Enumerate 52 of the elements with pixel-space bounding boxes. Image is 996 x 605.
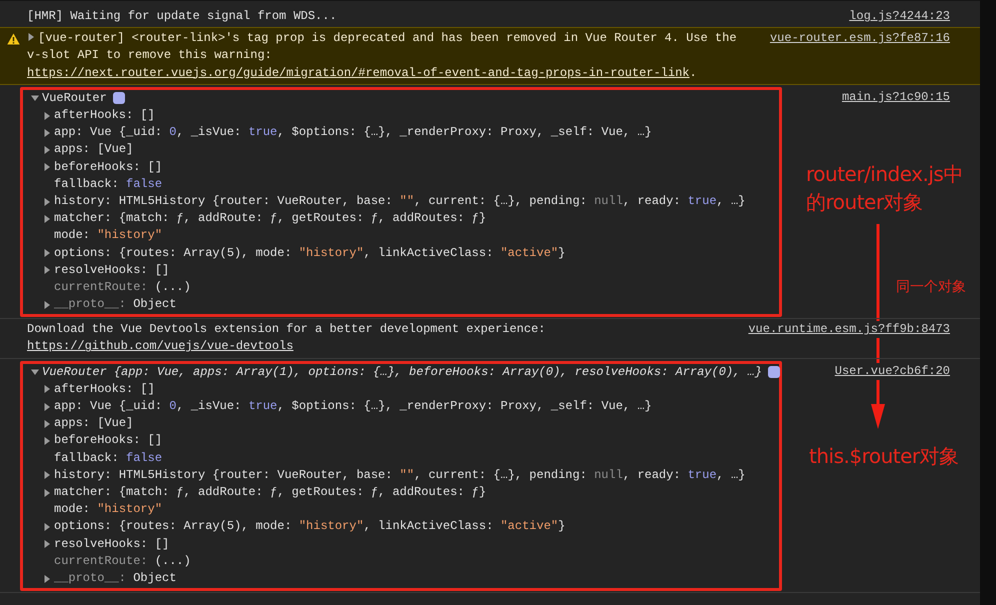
property-text: beforeHooks: []	[54, 158, 162, 176]
message-link[interactable]: https://github.com/vuejs/vue-devtools	[27, 339, 294, 354]
expand-triangle-icon[interactable]	[43, 488, 51, 497]
console-message: [vue-router] <router-link>'s tag prop is deprecated and has been removed in Vue Router 4. Use the v-slot API to remove this warning: https://next.router.vuejs.org/guide/migration/#removal-of-event-and-tag-props-in-router-link.	[27, 30, 738, 82]
property-text: __proto__: Object	[54, 570, 176, 587]
property-text: mode: "history"	[54, 227, 162, 244]
property-text: history: HTML5History {router: VueRouter, base: "", current: {…}, pending: null, ready: true, …}	[54, 192, 746, 210]
property-text: options: {routes: Array(5), mode: "history", linkActiveClass: "active"}	[54, 518, 566, 536]
property-text: app: Vue {_uid: 0, _isVue: true, $options: {…}, _renderProxy: Proxy, _self: Vue, …}	[54, 124, 652, 142]
property-text: afterHooks: []	[54, 107, 155, 124]
object-title: VueRouter	[42, 364, 107, 381]
property-text: fallback: false	[54, 450, 162, 467]
expand-triangle-icon[interactable]	[43, 471, 51, 480]
property-text: __proto__: Object	[54, 296, 176, 314]
property-text: currentRoute: (...)	[54, 552, 191, 570]
source-link[interactable]: User.vue?cb6f:20	[834, 362, 950, 380]
property-text: currentRoute: (...)	[54, 278, 191, 296]
expand-triangle-icon[interactable]	[43, 574, 51, 582]
property-text: apps: [Vue]	[54, 141, 134, 158]
console-message: [HMR] Waiting for update signal from WDS...	[27, 8, 338, 25]
property-text: apps: [Vue]	[54, 415, 134, 432]
property-text: resolveHooks: []	[54, 536, 170, 553]
warning-icon	[7, 33, 20, 46]
property-text: app: Vue {_uid: 0, _isVue: true, $options: {…}, _renderProxy: Proxy, _self: Vue, …}	[54, 398, 652, 416]
property-text: options: {routes: Array(5), mode: "history", linkActiveClass: "active"}	[54, 244, 566, 262]
collapse-triangle-icon[interactable]	[31, 94, 39, 102]
expand-triangle-icon[interactable]	[43, 540, 51, 548]
property-text: matcher: {match: ƒ, addRoute: ƒ, getRoutes: ƒ, addRoutes: ƒ}	[54, 484, 486, 501]
property-text: fallback: false	[54, 176, 162, 193]
expand-triangle-icon[interactable]	[43, 163, 51, 172]
expand-triangle-icon[interactable]	[43, 437, 51, 445]
info-icon	[112, 92, 125, 104]
message-link[interactable]: https://next.router.vuejs.org/guide/migration/#removal-of-event-and-tag-props-in-router-link	[27, 66, 690, 80]
expand-triangle-icon[interactable]	[43, 522, 51, 531]
property-text: mode: "history"	[54, 501, 162, 518]
console-message: Download the Vue Devtools extension for a better development experience: https://github.com/vuejs/vue-devtools	[27, 321, 546, 356]
property-text: matcher: {match: ƒ, addRoute: ƒ, getRoutes: ƒ, addRoutes: ƒ}	[54, 210, 486, 228]
expand-triangle-icon[interactable]	[27, 33, 35, 42]
property-text: beforeHooks: []	[54, 432, 162, 450]
property-text: resolveHooks: []	[54, 262, 170, 279]
annotation-label: router/index.js中的router对象	[806, 161, 964, 216]
object-preview: {app: Vue, apps: Array(1), options: {…}, beforeHooks: Array(0), resolveHooks: Array(0), …}	[114, 364, 762, 381]
property-text: history: HTML5History {router: VueRouter, base: "", current: {…}, pending: null, ready: true, …}	[54, 466, 746, 484]
expand-triangle-icon[interactable]	[43, 300, 51, 309]
expand-triangle-icon[interactable]	[43, 385, 51, 394]
info-icon	[768, 366, 780, 378]
source-link[interactable]: vue.runtime.esm.js?ff9b:8473	[748, 321, 950, 338]
collapse-triangle-icon[interactable]	[31, 368, 39, 376]
annotation-label: this.$router对象	[809, 443, 959, 470]
annotation-note: 同一个对象	[896, 278, 966, 296]
object-title: VueRouter	[42, 90, 107, 107]
property-text: afterHooks: []	[54, 380, 155, 398]
